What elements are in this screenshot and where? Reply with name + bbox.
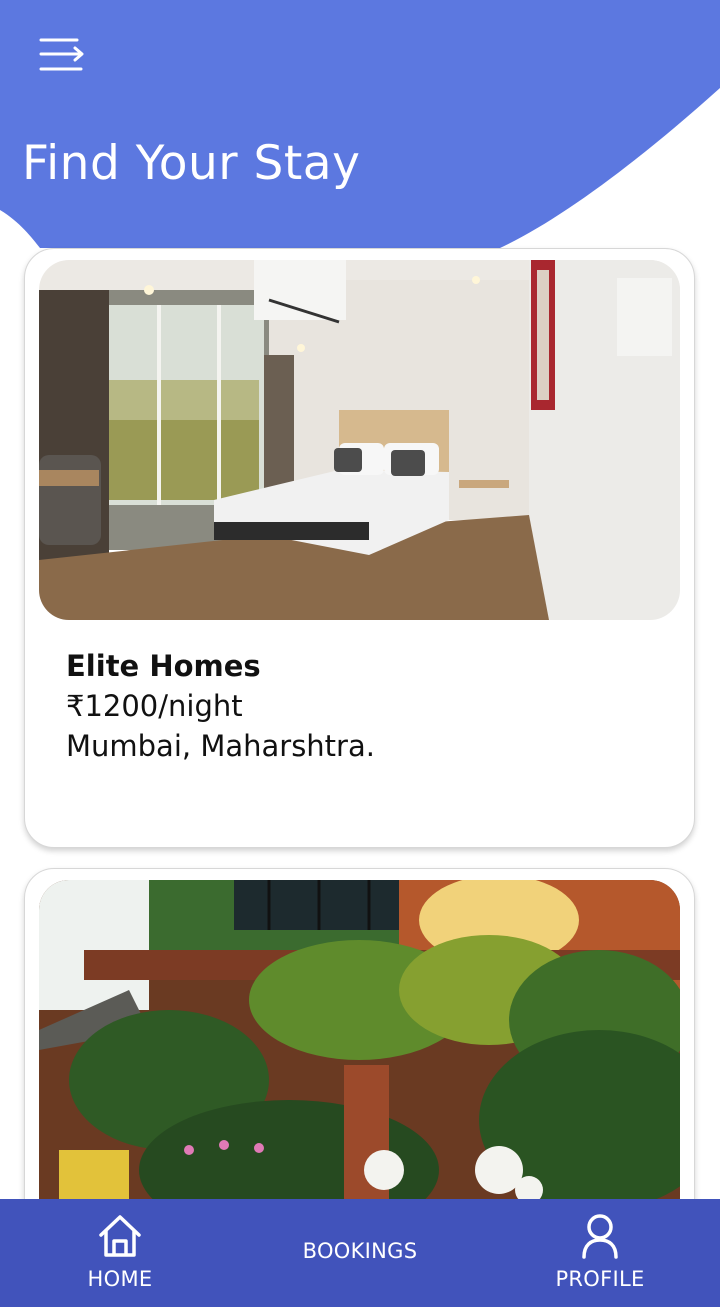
nav-bookings-label: BOOKINGS [302,1239,418,1263]
nav-bookings[interactable]: BOOKINGS [280,1239,440,1263]
listing-info: Elite Homes ₹1200/night Mumbai, Maharsht… [66,649,375,769]
garden-building-photo[interactable] [39,880,680,1240]
nav-home-label: HOME [87,1267,153,1291]
page-title: Find Your Stay [22,136,361,191]
nav-profile-label: PROFILE [555,1267,645,1291]
header-background [0,0,720,248]
menu-button[interactable] [30,28,94,84]
listing-price: ₹1200/night [66,689,243,723]
screen: Find Your Stay Elite Homes ₹1200/night M… [0,0,720,1307]
listing-location: Mumbai, Maharshtra. [66,729,375,763]
user-icon [582,1214,618,1259]
listing-card[interactable]: Elite Homes ₹1200/night Mumbai, Maharsht… [24,248,695,848]
nav-profile[interactable]: PROFILE [540,1213,660,1291]
home-icon [99,1215,141,1257]
hotel-room-photo[interactable] [39,260,680,620]
nav-home[interactable]: HOME [60,1213,180,1291]
menu-icon [39,38,84,71]
listing-name: Elite Homes [66,649,261,683]
bottom-navigation: HOME BOOKINGS PROFILE [0,1199,720,1307]
